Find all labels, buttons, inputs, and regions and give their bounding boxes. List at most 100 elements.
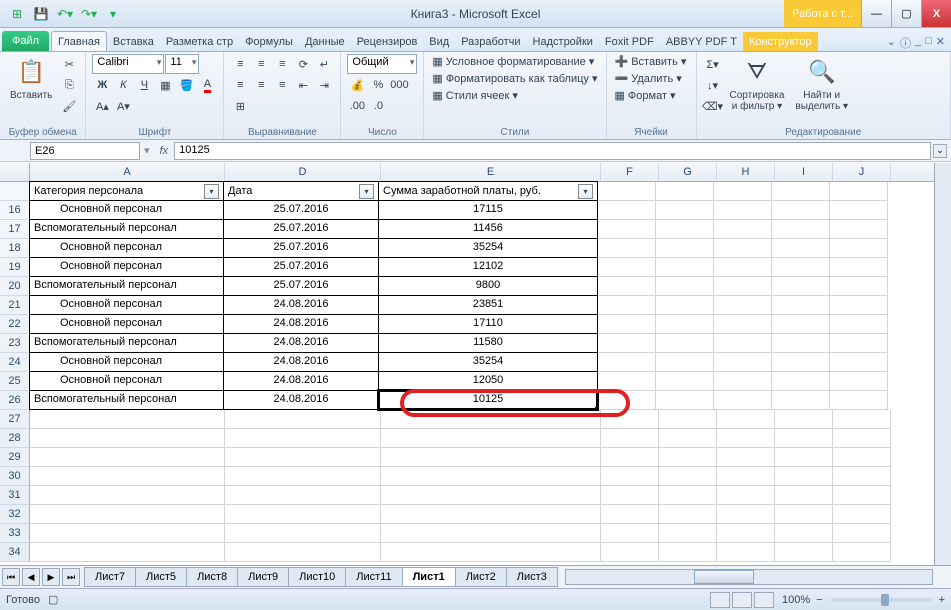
cell[interactable]: 24.08.2016	[223, 371, 379, 391]
row-head-30[interactable]: 30	[0, 467, 30, 486]
row-head-24[interactable]: 24	[0, 353, 30, 372]
workbook-close-icon[interactable]: ✕	[936, 35, 945, 51]
row-head-16[interactable]: 16	[0, 201, 30, 220]
cell[interactable]	[225, 524, 381, 543]
row-head-33[interactable]: 33	[0, 524, 30, 543]
cell[interactable]	[830, 201, 888, 220]
cell[interactable]	[772, 391, 830, 410]
cells-area[interactable]: Категория персонала▾Дата▾Сумма заработно…	[30, 182, 951, 562]
cell[interactable]	[601, 448, 659, 467]
cell[interactable]	[656, 353, 714, 372]
wrap-text-icon[interactable]: ↵	[314, 54, 334, 74]
format-as-table-button[interactable]: ▦Форматировать как таблицу ▾	[430, 71, 599, 86]
help-icon[interactable]: ⓘ	[900, 35, 911, 51]
insert-cells-button[interactable]: ➕Вставить ▾	[613, 54, 689, 69]
cell[interactable]	[225, 467, 381, 486]
sheet-nav-next-icon[interactable]: ▶	[42, 568, 60, 586]
cell[interactable]	[775, 505, 833, 524]
cell[interactable]: 25.07.2016	[223, 276, 379, 296]
number-format-combo[interactable]: Общий	[347, 54, 417, 74]
cell[interactable]	[717, 410, 775, 429]
cell[interactable]: 12050	[378, 371, 598, 391]
cell[interactable]: 25.07.2016	[223, 200, 379, 220]
cell[interactable]	[381, 429, 601, 448]
cell[interactable]	[659, 467, 717, 486]
zoom-slider[interactable]	[831, 598, 931, 602]
ribbon-tab-7[interactable]: Разработчи	[455, 32, 526, 51]
cell[interactable]	[601, 524, 659, 543]
row-head-23[interactable]: 23	[0, 334, 30, 353]
sheet-tab-Лист9[interactable]: Лист9	[237, 567, 289, 587]
select-all-corner[interactable]	[0, 163, 30, 181]
cell[interactable]	[598, 296, 656, 315]
row-head-20[interactable]: 20	[0, 277, 30, 296]
formula-input[interactable]: 10125	[174, 142, 931, 160]
cell[interactable]	[601, 410, 659, 429]
increase-decimal-icon[interactable]: .00	[347, 96, 367, 116]
cell[interactable]	[656, 220, 714, 239]
sort-filter-button[interactable]: ᗊСортировка и фильтр ▾	[726, 54, 789, 114]
format-painter-icon[interactable]: 🖌	[59, 96, 79, 116]
cell[interactable]: 35254	[378, 238, 598, 258]
ribbon-tab-6[interactable]: Вид	[423, 32, 455, 51]
format-cells-button[interactable]: ▦Формат ▾	[613, 88, 678, 103]
bold-button[interactable]: Ж	[92, 75, 112, 95]
cell[interactable]	[30, 524, 225, 543]
cell[interactable]	[598, 182, 656, 201]
close-button[interactable]: X	[921, 0, 951, 27]
cell[interactable]	[717, 524, 775, 543]
cell[interactable]	[656, 201, 714, 220]
save-icon[interactable]: 💾	[30, 4, 52, 24]
cell[interactable]	[598, 315, 656, 334]
col-head-D[interactable]: D	[225, 163, 381, 181]
cell[interactable]	[714, 372, 772, 391]
cell[interactable]	[656, 296, 714, 315]
ribbon-tab-2[interactable]: Разметка стр	[160, 32, 239, 51]
underline-button[interactable]: Ч	[134, 75, 154, 95]
cell[interactable]	[772, 296, 830, 315]
orientation-icon[interactable]: ⟳	[293, 54, 313, 74]
cell[interactable]	[830, 372, 888, 391]
row-head-header[interactable]	[0, 182, 30, 201]
cell[interactable]	[830, 391, 888, 410]
ribbon-tab-3[interactable]: Формулы	[239, 32, 299, 51]
cell[interactable]	[772, 239, 830, 258]
file-tab[interactable]: Файл	[2, 31, 49, 51]
cell[interactable]: Основной персонал	[29, 295, 224, 315]
autosum-icon[interactable]: Σ▾	[703, 54, 723, 74]
name-box[interactable]: E26	[30, 142, 140, 160]
sheet-tab-Лист11[interactable]: Лист11	[345, 567, 402, 587]
cell[interactable]	[714, 220, 772, 239]
cell[interactable]	[656, 334, 714, 353]
zoom-out-button[interactable]: −	[816, 594, 822, 606]
cell[interactable]	[656, 258, 714, 277]
cell[interactable]: Вспомогательный персонал	[29, 390, 224, 410]
col-head-G[interactable]: G	[659, 163, 717, 181]
comma-icon[interactable]: 000	[389, 75, 409, 95]
cell[interactable]	[381, 505, 601, 524]
workbook-restore-icon[interactable]: □	[925, 35, 932, 51]
cell[interactable]	[714, 353, 772, 372]
cell[interactable]	[225, 448, 381, 467]
cell[interactable]: 24.08.2016	[223, 352, 379, 372]
fx-icon[interactable]: fx	[154, 145, 175, 157]
cell[interactable]	[225, 543, 381, 562]
percent-icon[interactable]: %	[368, 75, 388, 95]
cell[interactable]	[598, 334, 656, 353]
cell[interactable]: 24.08.2016	[223, 314, 379, 334]
col-head-J[interactable]: J	[833, 163, 891, 181]
row-head-27[interactable]: 27	[0, 410, 30, 429]
cell[interactable]	[381, 543, 601, 562]
cell[interactable]	[717, 486, 775, 505]
normal-view-button[interactable]	[710, 592, 730, 608]
ribbon-tab-0[interactable]: Главная	[51, 31, 107, 51]
row-head-26[interactable]: 26	[0, 391, 30, 410]
cell[interactable]	[656, 277, 714, 296]
cell[interactable]: 10125	[378, 390, 598, 410]
cell[interactable]	[659, 505, 717, 524]
cell[interactable]	[833, 448, 891, 467]
font-name-combo[interactable]: Calibri	[92, 54, 164, 74]
cell[interactable]	[598, 353, 656, 372]
cell[interactable]: 17110	[378, 314, 598, 334]
cell[interactable]	[659, 410, 717, 429]
